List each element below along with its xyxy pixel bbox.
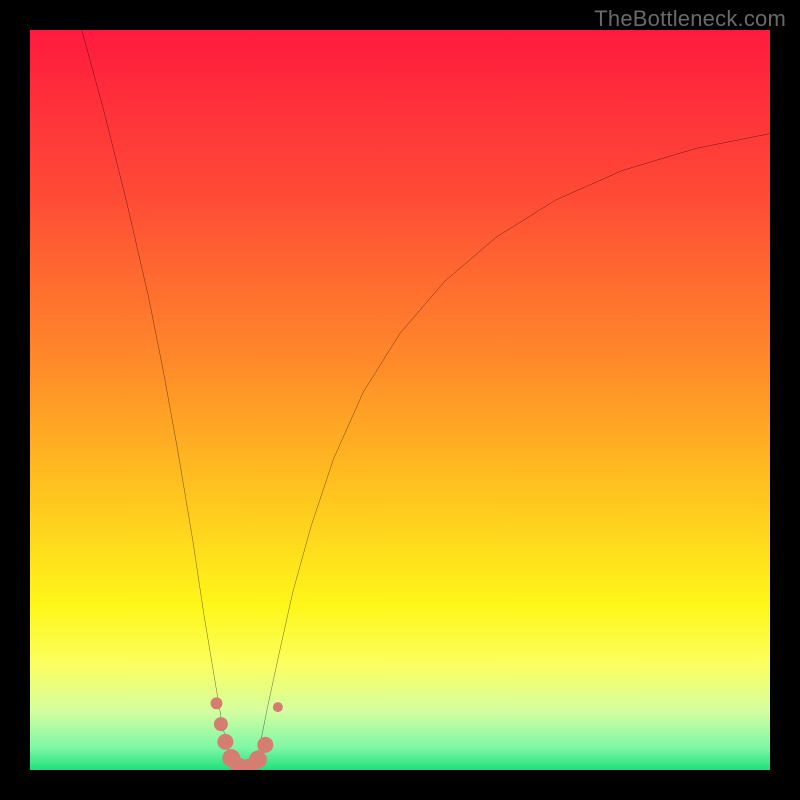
plot-area	[30, 30, 770, 770]
marker-7	[249, 751, 267, 769]
watermark-text: TheBottleneck.com	[594, 6, 786, 32]
marker-9	[273, 702, 283, 712]
series-bottleneck-right	[253, 134, 770, 770]
marker-2	[214, 717, 228, 731]
marker-3	[217, 734, 233, 750]
curve-layer	[30, 30, 770, 770]
marker-1	[210, 697, 222, 709]
chart-frame: TheBottleneck.com	[0, 0, 800, 800]
series-bottleneck-left	[82, 30, 236, 770]
marker-8	[257, 737, 273, 753]
